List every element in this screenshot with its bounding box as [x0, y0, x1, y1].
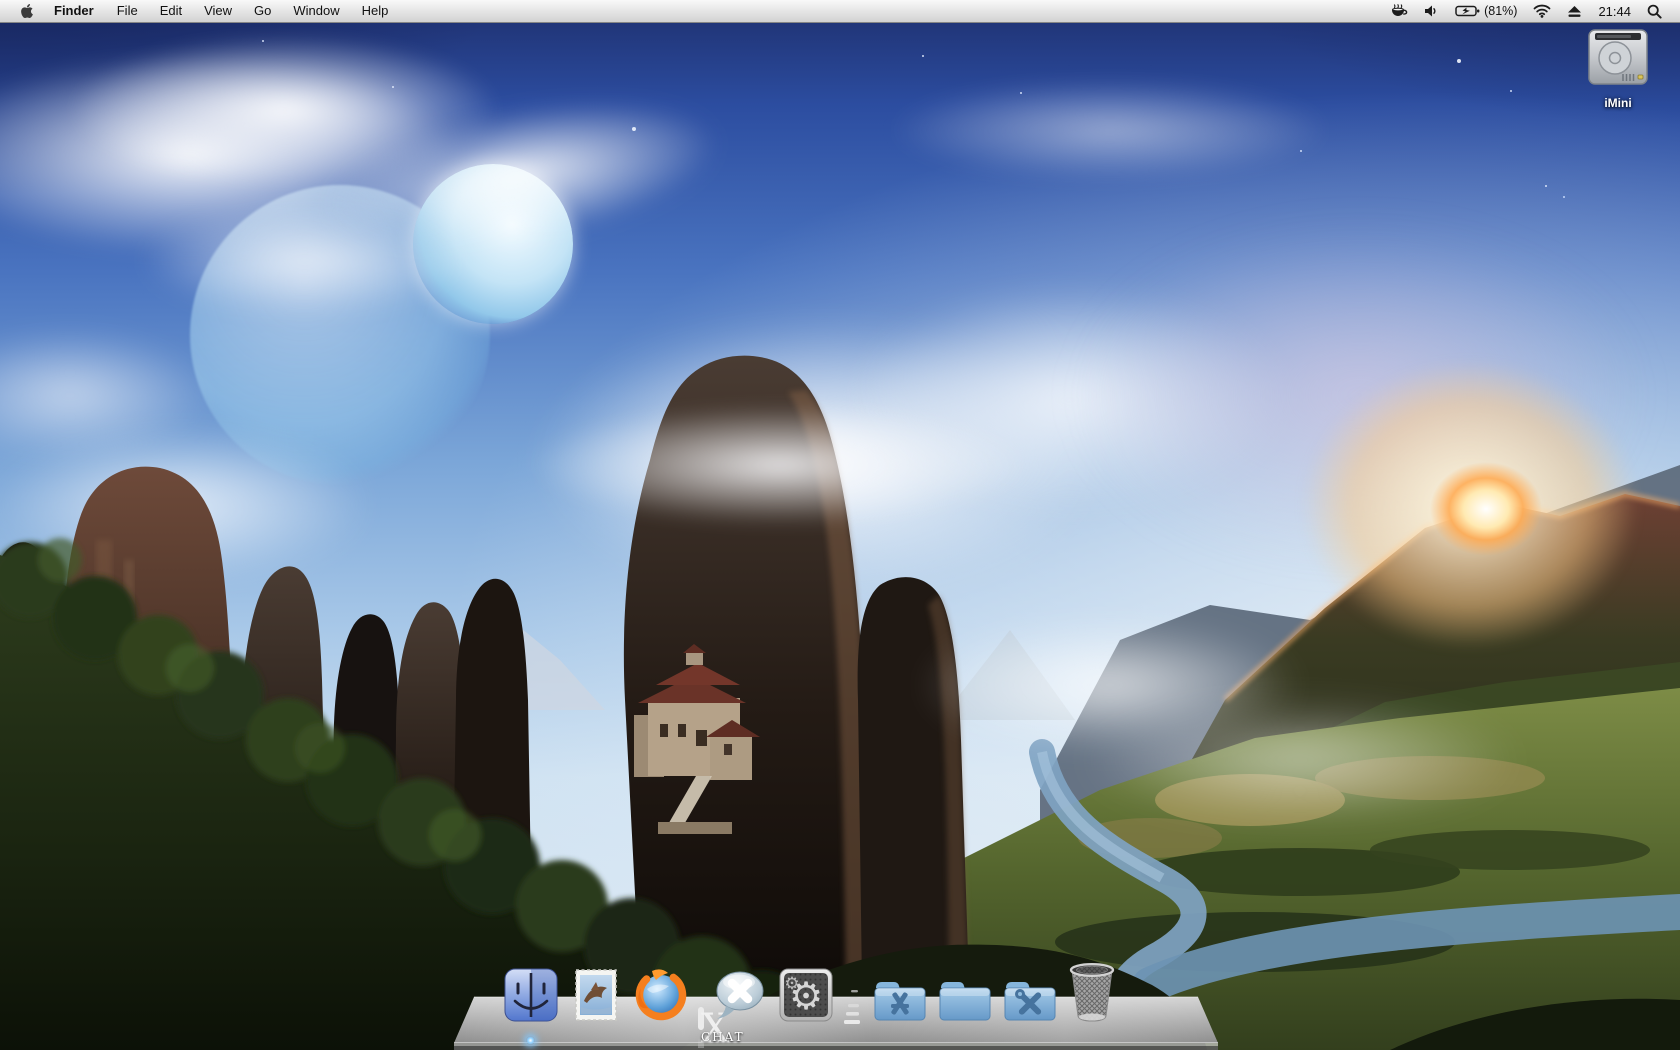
- finder-icon: [504, 968, 558, 1022]
- magnifier-icon: [1647, 4, 1662, 19]
- dock-applications-folder[interactable]: [872, 977, 928, 1028]
- desktop: Finder File Edit View Go Window Help (81…: [0, 0, 1680, 1050]
- wifi-icon: [1534, 4, 1551, 18]
- system-preferences-icon: ⚙ ⚙: [779, 968, 833, 1022]
- applications-folder-icon: [874, 982, 926, 1021]
- dock-utilities-folder[interactable]: [1002, 977, 1058, 1028]
- central-rock: [623, 355, 969, 990]
- dock-finder[interactable]: [503, 967, 559, 1028]
- menu-help[interactable]: Help: [351, 0, 400, 22]
- dock-separator-stripes: [844, 990, 860, 1024]
- menu-bar: Finder File Edit View Go Window Help (81…: [0, 0, 1680, 23]
- firefox-icon: [635, 969, 687, 1021]
- eject-menu-extra[interactable]: [1559, 0, 1590, 22]
- battery-charging-icon: [1455, 5, 1480, 17]
- battery-menu-extra[interactable]: (81%): [1447, 0, 1525, 22]
- dock-system-preferences[interactable]: ⚙ ⚙: [778, 967, 834, 1028]
- menu-file[interactable]: File: [106, 0, 149, 22]
- menu-window[interactable]: Window: [282, 0, 350, 22]
- dock-chat-bubble[interactable]: [713, 967, 769, 1028]
- mail-stamp-icon: [575, 969, 617, 1021]
- apple-logo-icon: [21, 4, 33, 18]
- dock: X CHAT: [454, 962, 1218, 1050]
- drive-label: iMini: [1604, 96, 1632, 110]
- dock-trash[interactable]: [1067, 961, 1117, 1028]
- finder-running-indicator: [526, 1036, 535, 1045]
- menu-clock[interactable]: 21:44: [1590, 4, 1639, 19]
- plain-folder-icon: [939, 982, 991, 1021]
- menu-view[interactable]: View: [193, 0, 243, 22]
- hard-drive-icon: [1588, 29, 1648, 85]
- dock-firefox[interactable]: [633, 967, 689, 1028]
- svg-text:⚙: ⚙: [784, 974, 799, 994]
- trash-icon: [1069, 962, 1115, 1022]
- xchat-icon: X CHAT: [698, 1006, 743, 1050]
- sun: [1430, 462, 1542, 556]
- spotlight-menu-extra[interactable]: [1639, 0, 1670, 22]
- dock-xchat[interactable]: X CHAT: [698, 1006, 743, 1050]
- coffee-cup-icon: [1392, 4, 1408, 16]
- apple-menu[interactable]: [12, 3, 42, 19]
- caffeine-menu-extra[interactable]: [1381, 0, 1416, 22]
- wifi-menu-extra[interactable]: [1525, 0, 1559, 22]
- volume-menu-extra[interactable]: [1416, 0, 1447, 22]
- dock-documents-folder[interactable]: [937, 977, 993, 1028]
- utilities-folder-icon: [1004, 982, 1056, 1021]
- dock-mail[interactable]: [568, 967, 624, 1028]
- menu-go[interactable]: Go: [243, 0, 282, 22]
- speaker-icon: [1425, 5, 1436, 17]
- menu-edit[interactable]: Edit: [149, 0, 193, 22]
- dock-separator: [843, 976, 863, 1028]
- chat-bubble-x-icon: [716, 971, 764, 1019]
- app-menu-finder[interactable]: Finder: [42, 0, 106, 22]
- eject-icon: [1568, 5, 1582, 17]
- battery-percent: (81%): [1484, 4, 1518, 18]
- desktop-drive-imini[interactable]: iMini: [1576, 26, 1660, 110]
